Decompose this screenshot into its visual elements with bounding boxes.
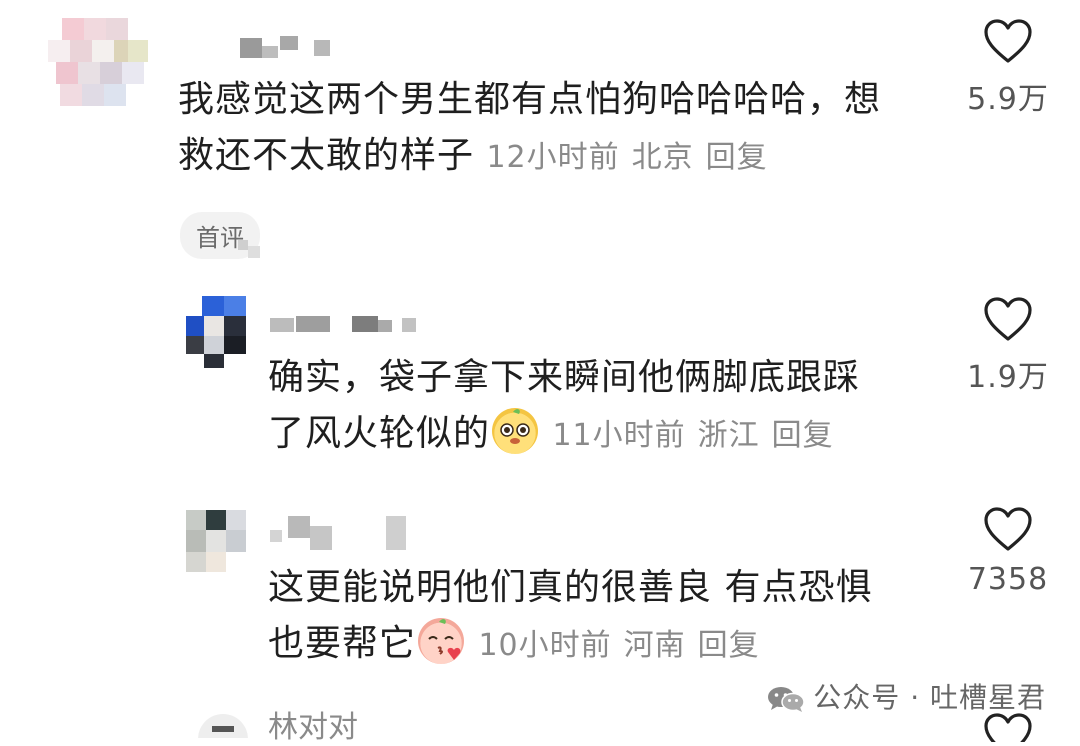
- comment-meta: 11小时前 浙江 回复: [552, 418, 845, 453]
- comment-meta: 12小时前 北京 回复: [486, 140, 779, 175]
- avatar[interactable]: [198, 712, 248, 738]
- wechat-icon: [767, 685, 806, 713]
- comment-location: 北京: [631, 140, 694, 175]
- heart-icon[interactable]: [983, 18, 1033, 64]
- yellow-face-emoji: [492, 408, 539, 454]
- like-count: 5.9万: [967, 82, 1049, 117]
- comment-time: 11小时前: [552, 418, 686, 453]
- comment-meta: 10小时前 河南 回复: [478, 628, 771, 663]
- like-count: 1.9万: [967, 360, 1049, 395]
- username-blurred[interactable]: [240, 34, 340, 58]
- comment-line-1: 确实，袋子拿下来瞬间他俩脚底跟踩: [268, 357, 861, 398]
- reply-button[interactable]: 回复: [772, 418, 834, 453]
- like-area[interactable]: 7358: [948, 506, 1068, 597]
- comment-line-2: 也要帮它 10小时前 河南 回复: [268, 616, 872, 674]
- pink-kiss-emoji: [418, 618, 465, 664]
- heart-icon[interactable]: [983, 296, 1033, 342]
- comment-line-1: 我感觉这两个男生都有点怕狗哈哈哈哈，想: [178, 79, 882, 120]
- badge-pixel-mark: [238, 236, 274, 258]
- comment-text: 我感觉这两个男生都有点怕狗哈哈哈哈，想 救还不太敢的样子 12小时前 北京 回复: [178, 72, 881, 186]
- avatar[interactable]: [48, 18, 148, 110]
- reply-button[interactable]: 回复: [698, 628, 760, 663]
- avatar[interactable]: [186, 296, 250, 368]
- reply-button[interactable]: 回复: [706, 140, 768, 175]
- avatar[interactable]: [186, 510, 246, 574]
- username-blurred[interactable]: [270, 314, 430, 332]
- comment-line-1: 这更能说明他们真的很善良 有点恐惧: [268, 567, 873, 608]
- comment-time: 12小时前: [486, 140, 620, 175]
- comment-time: 10小时前: [478, 628, 612, 663]
- comment-location: 浙江: [697, 418, 760, 453]
- like-area[interactable]: 5.9万: [948, 18, 1068, 118]
- like-count: 7358: [967, 562, 1049, 597]
- watermark-text: 公众号 · 吐槽星君: [813, 681, 1046, 714]
- comment-line-2-text: 了风火轮似的: [268, 413, 491, 454]
- comment-text: 这更能说明他们真的很善良 有点恐惧 也要帮它 10小时前 河南 回复: [268, 560, 872, 674]
- comment-line-2: 了风火轮似的 11小时前 浙江 回复: [268, 406, 860, 464]
- comment-text: 确实，袋子拿下来瞬间他俩脚底跟踩 了风火轮似的 11小时前 浙江 回复: [268, 350, 860, 464]
- reply-username[interactable]: 林对对: [268, 710, 358, 746]
- username-blurred[interactable]: [270, 516, 410, 550]
- comment-line-2-text: 救还不太敢的样子: [178, 135, 475, 176]
- comment-location: 河南: [623, 628, 686, 663]
- heart-icon[interactable]: [983, 506, 1033, 552]
- like-area[interactable]: 1.9万: [948, 296, 1068, 396]
- watermark: 公众号 · 吐槽星君: [767, 676, 1046, 716]
- comment-line-2: 救还不太敢的样子 12小时前 北京 回复: [178, 128, 881, 186]
- comment-line-2-text: 也要帮它: [268, 623, 417, 664]
